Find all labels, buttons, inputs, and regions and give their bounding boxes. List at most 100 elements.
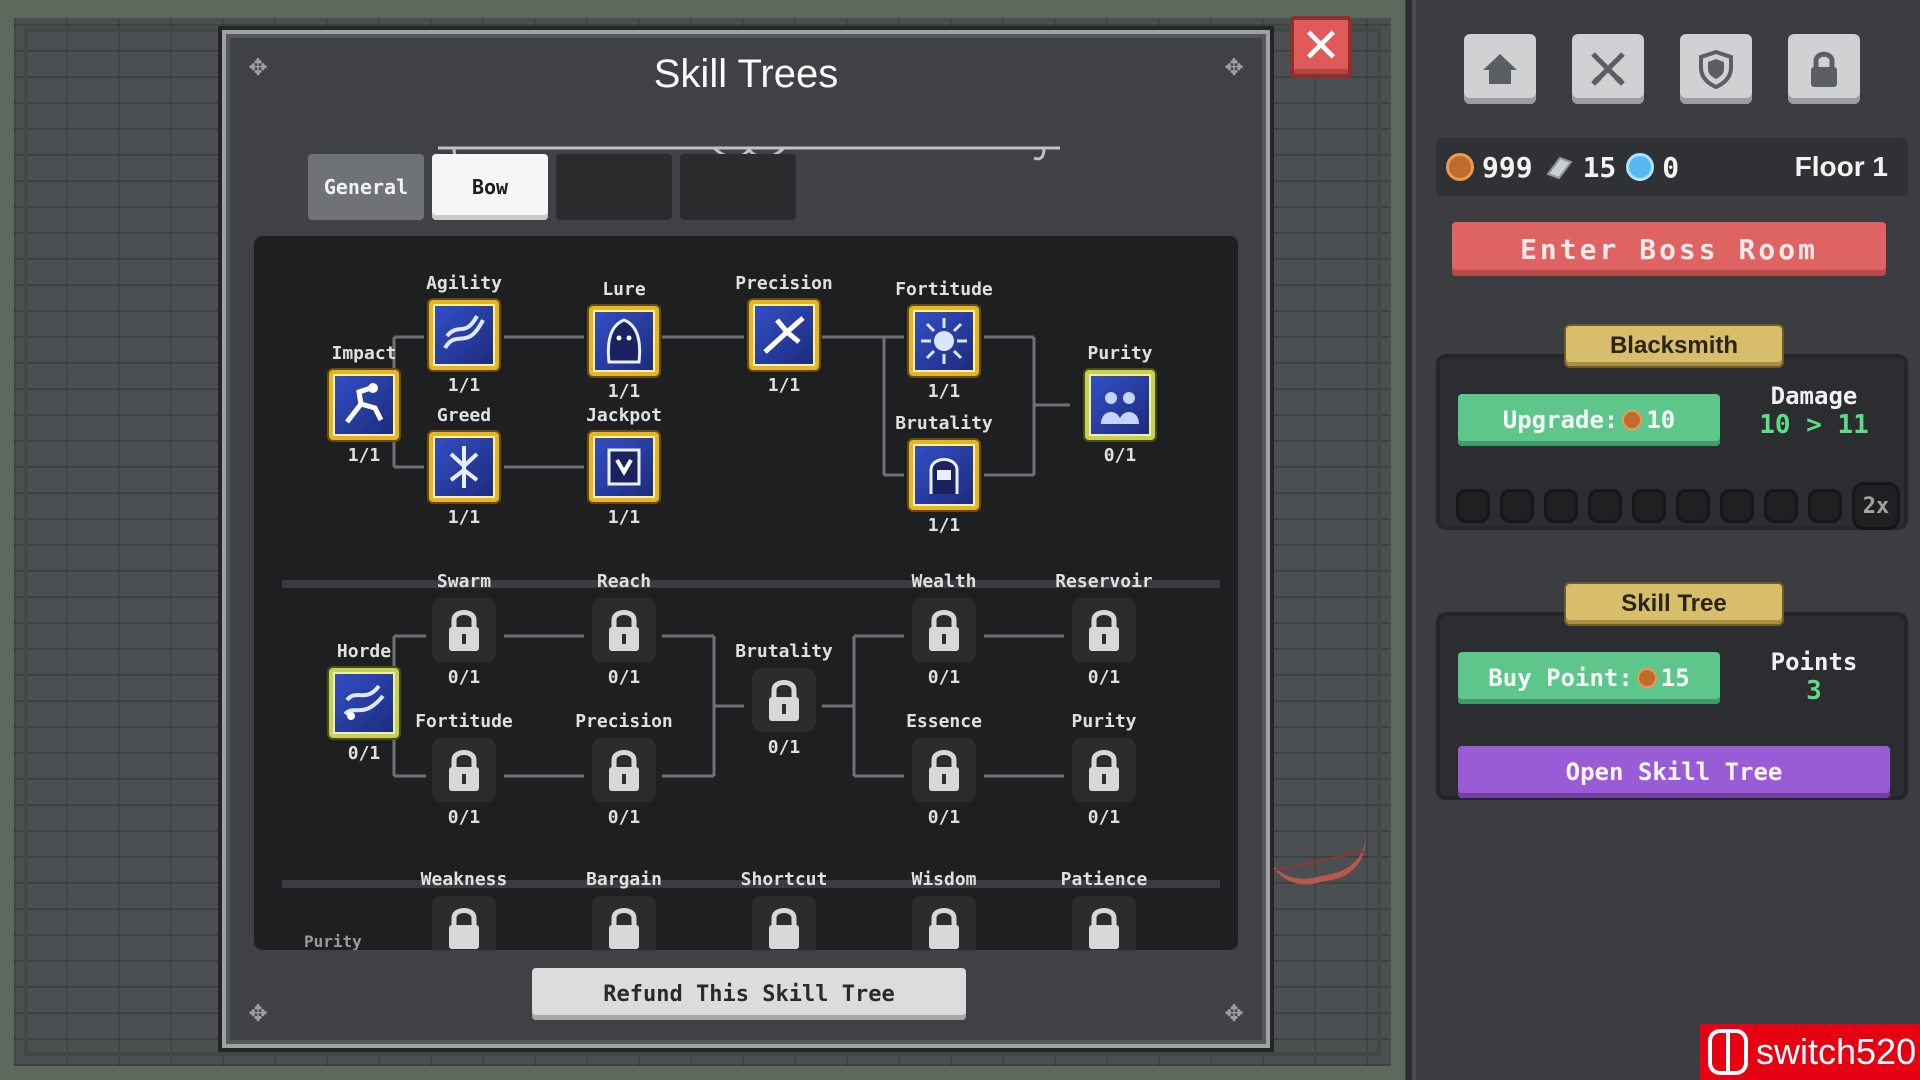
crossed-swords-icon bbox=[1591, 52, 1625, 86]
skill-node-brutality-2[interactable]: Brutality 0/1 bbox=[714, 640, 854, 760]
skill-trees-panel: ✥ ✥ ✥ ✥ Skill Trees General Bow Impact 1… bbox=[222, 30, 1270, 1048]
weapons-button[interactable] bbox=[1572, 34, 1644, 104]
lock-icon bbox=[432, 598, 496, 662]
skill-node-agility[interactable]: Agility 1/1 bbox=[394, 272, 534, 398]
resource-bar: 999 15 0 Floor 1 bbox=[1436, 138, 1908, 196]
lure-skill-icon bbox=[589, 306, 659, 376]
gems-stat: 0 bbox=[1626, 151, 1679, 184]
lock-icon bbox=[592, 598, 656, 662]
refund-skill-tree-button[interactable]: Refund This Skill Tree bbox=[532, 968, 966, 1020]
skill-tree-area: Impact 1/1 Agility 1/1 Greed 1/1 Lure 1/… bbox=[254, 236, 1238, 950]
upgrade-slot bbox=[1588, 489, 1622, 523]
buy-point-button[interactable]: Buy Point: 15 bbox=[1458, 652, 1720, 704]
fortitude-skill-icon bbox=[909, 306, 979, 376]
skill-node-bargain[interactable]: Bargain bbox=[554, 868, 694, 950]
coin-icon bbox=[1636, 668, 1657, 688]
skill-node-lure[interactable]: Lure 1/1 bbox=[554, 278, 694, 404]
shield-icon bbox=[1699, 49, 1733, 90]
top-nav bbox=[1464, 34, 1860, 104]
skill-tree-card: Skill Tree Buy Point: 15 Points 3 Open S… bbox=[1436, 584, 1908, 800]
enter-boss-room-button[interactable]: Enter Boss Room bbox=[1452, 222, 1886, 276]
ingot-icon bbox=[1545, 156, 1573, 180]
skill-node-fortitude[interactable]: Fortitude 1/1 bbox=[874, 278, 1014, 404]
lock-icon bbox=[1072, 896, 1136, 950]
floor-indicator: Floor 1 bbox=[1794, 151, 1888, 182]
tree-tabs: General Bow bbox=[308, 154, 796, 220]
lock-icon bbox=[912, 738, 976, 802]
precision-skill-icon bbox=[749, 300, 819, 370]
skill-node-patience[interactable]: Patience bbox=[1034, 868, 1174, 950]
blacksmith-title: Blacksmith bbox=[1566, 326, 1782, 366]
skill-node-jackpot[interactable]: Jackpot 1/1 bbox=[554, 404, 694, 530]
lock-icon bbox=[1072, 598, 1136, 662]
close-icon[interactable]: ✕ bbox=[1290, 16, 1352, 78]
lock-icon bbox=[912, 598, 976, 662]
coin-icon bbox=[1622, 410, 1643, 430]
upgrade-slot bbox=[1676, 489, 1710, 523]
scrap-stat: 15 bbox=[1543, 151, 1616, 184]
greed-skill-icon bbox=[429, 432, 499, 502]
upgrade-slot bbox=[1808, 489, 1842, 523]
open-skill-tree-button[interactable]: Open Skill Tree bbox=[1458, 746, 1890, 798]
multiplier-badge: 2x bbox=[1852, 482, 1900, 530]
tab-bow[interactable]: Bow bbox=[432, 154, 548, 220]
ornament-corner-icon: ✥ bbox=[248, 994, 268, 1029]
tab-general[interactable]: General bbox=[308, 154, 424, 220]
upgrade-slots: 2x bbox=[1456, 482, 1900, 530]
upgrade-slot bbox=[1544, 489, 1578, 523]
lock-icon bbox=[752, 668, 816, 732]
skill-node-purity-2[interactable]: Purity 0/1 bbox=[1034, 710, 1174, 830]
skill-node-weakness[interactable]: Weakness bbox=[394, 868, 534, 950]
switch-logo-icon bbox=[1708, 1029, 1748, 1075]
skill-node-precision-2[interactable]: Precision 0/1 bbox=[554, 710, 694, 830]
jackpot-skill-icon bbox=[589, 432, 659, 502]
coins-stat: 999 bbox=[1446, 151, 1533, 184]
tab-empty-3[interactable] bbox=[556, 154, 672, 220]
lock-icon bbox=[912, 896, 976, 950]
skill-node-essence[interactable]: Essence 0/1 bbox=[874, 710, 1014, 830]
skill-node-precision[interactable]: Precision 1/1 bbox=[714, 272, 854, 398]
blacksmith-card: Blacksmith Upgrade: 10 Damage 10 > 11 2x bbox=[1436, 326, 1908, 530]
panel-title: Skill Trees bbox=[653, 52, 839, 96]
upgrade-slot bbox=[1764, 489, 1798, 523]
skill-node-greed[interactable]: Greed 1/1 bbox=[394, 404, 534, 530]
skill-node-swarm[interactable]: Swarm 0/1 bbox=[394, 570, 534, 690]
skill-node-brutality[interactable]: Brutality 1/1 bbox=[874, 412, 1014, 538]
skill-node-fortitude-2[interactable]: Fortitude 0/1 bbox=[394, 710, 534, 830]
locked-button[interactable] bbox=[1788, 34, 1860, 104]
purity-skill-icon bbox=[1085, 370, 1155, 440]
lock-icon bbox=[592, 738, 656, 802]
skill-node-purity[interactable]: Purity 0/1 bbox=[1050, 342, 1190, 468]
cut-off-label: Purity bbox=[304, 932, 362, 950]
upgrade-slot bbox=[1456, 489, 1490, 523]
agility-skill-icon bbox=[429, 300, 499, 370]
skill-node-wealth[interactable]: Wealth 0/1 bbox=[874, 570, 1014, 690]
armor-button[interactable] bbox=[1680, 34, 1752, 104]
horde-skill-icon bbox=[329, 668, 399, 738]
lock-icon bbox=[1072, 738, 1136, 802]
coin-icon bbox=[1446, 153, 1474, 181]
tab-empty-4[interactable] bbox=[680, 154, 796, 220]
points-info: Points 3 bbox=[1770, 648, 1858, 706]
lock-icon bbox=[1811, 51, 1837, 87]
brutality-skill-icon bbox=[909, 440, 979, 510]
upgrade-slot bbox=[1632, 489, 1666, 523]
lock-icon bbox=[432, 896, 496, 950]
lock-icon bbox=[432, 738, 496, 802]
skill-node-reach[interactable]: Reach 0/1 bbox=[554, 570, 694, 690]
sidebar: 999 15 0 Floor 1 Enter Boss Room Blacksm… bbox=[1406, 0, 1920, 1080]
gem-icon bbox=[1626, 153, 1655, 181]
upgrade-slot bbox=[1500, 489, 1534, 523]
upgrade-button[interactable]: Upgrade: 10 bbox=[1458, 394, 1720, 446]
home-button[interactable] bbox=[1464, 34, 1536, 104]
skill-node-reservoir[interactable]: Reservoir 0/1 bbox=[1034, 570, 1174, 690]
skill-node-shortcut[interactable]: Shortcut bbox=[714, 868, 854, 950]
ornament-corner-icon: ✥ bbox=[1224, 994, 1244, 1029]
lock-icon bbox=[752, 896, 816, 950]
watermark: switch520 bbox=[1700, 1024, 1920, 1080]
impact-skill-icon bbox=[329, 370, 399, 440]
lock-icon bbox=[592, 896, 656, 950]
skill-node-wisdom[interactable]: Wisdom bbox=[874, 868, 1014, 950]
home-icon bbox=[1483, 54, 1517, 84]
upgrade-slot bbox=[1720, 489, 1754, 523]
